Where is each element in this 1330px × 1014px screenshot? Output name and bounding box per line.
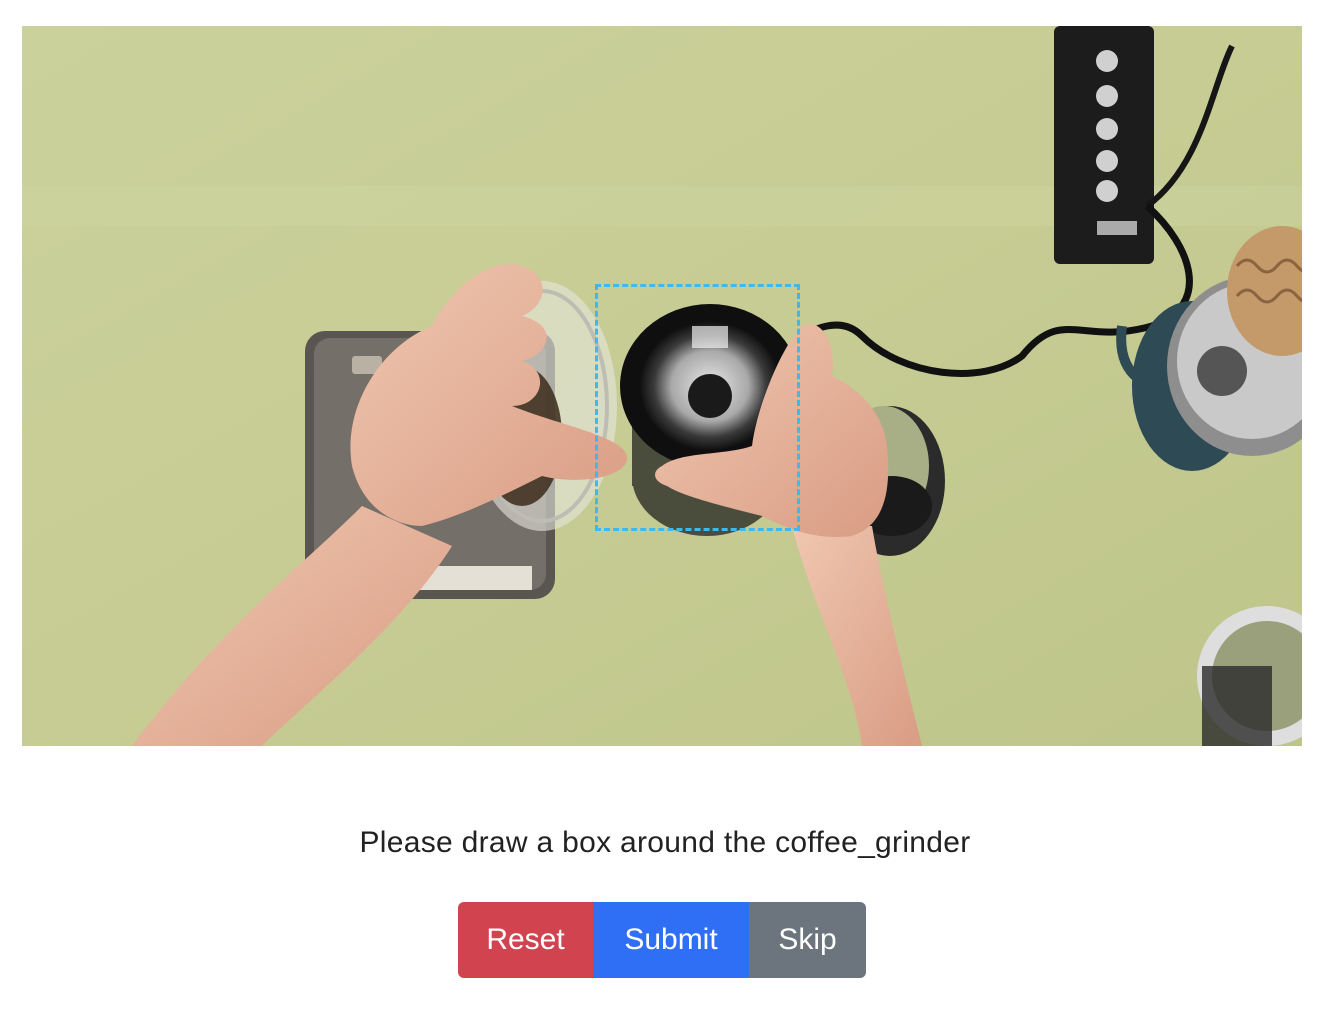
instruction-text: Please draw a box around the coffee_grin… — [359, 826, 971, 859]
bounding-box[interactable] — [595, 284, 800, 531]
action-button-group: Reset Submit Skip — [458, 902, 866, 978]
reset-button[interactable]: Reset — [458, 902, 593, 978]
submit-button[interactable]: Submit — [593, 902, 749, 978]
annotation-canvas[interactable] — [22, 26, 1302, 746]
annotation-page: Please draw a box around the coffee_grin… — [0, 0, 1330, 1014]
power-strip — [1054, 26, 1154, 264]
skip-button[interactable]: Skip — [749, 902, 866, 978]
